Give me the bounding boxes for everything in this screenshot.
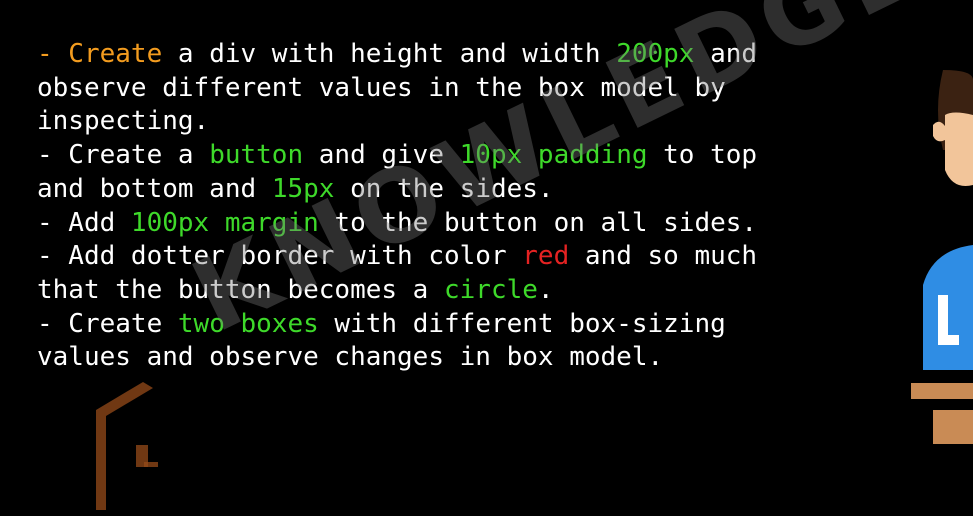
task-text-segment: circle [444,274,538,305]
task-text-segment: red [522,241,570,272]
task-line: that the button becomes a circle. [37,274,817,308]
task-text-segment: and so much [569,241,758,272]
task-line: - Create two boxes with different box-si… [37,308,817,342]
task-line: values and observe changes in box model. [37,341,817,375]
task-text-segment: - Create a [37,140,210,171]
knowledge-gate-logo-icon [96,382,158,510]
task-text-segment: and bottom and [37,173,272,204]
task-text-segment: to top [647,140,758,171]
task-text-segment: - Create [37,308,178,339]
presenter-avatar-icon [911,70,973,444]
task-text-segment: - Create [37,39,163,69]
task-text-segment: button [209,140,304,171]
task-text-segment: with different box-sizing [318,308,726,339]
task-text-segment: inspecting. [37,106,210,137]
task-text-segment: values and observe changes in box model. [37,342,664,373]
task-text-segment: - Add [37,207,131,238]
task-text-segment: a div with height and width [162,39,617,69]
task-text-segment: . [537,274,554,305]
